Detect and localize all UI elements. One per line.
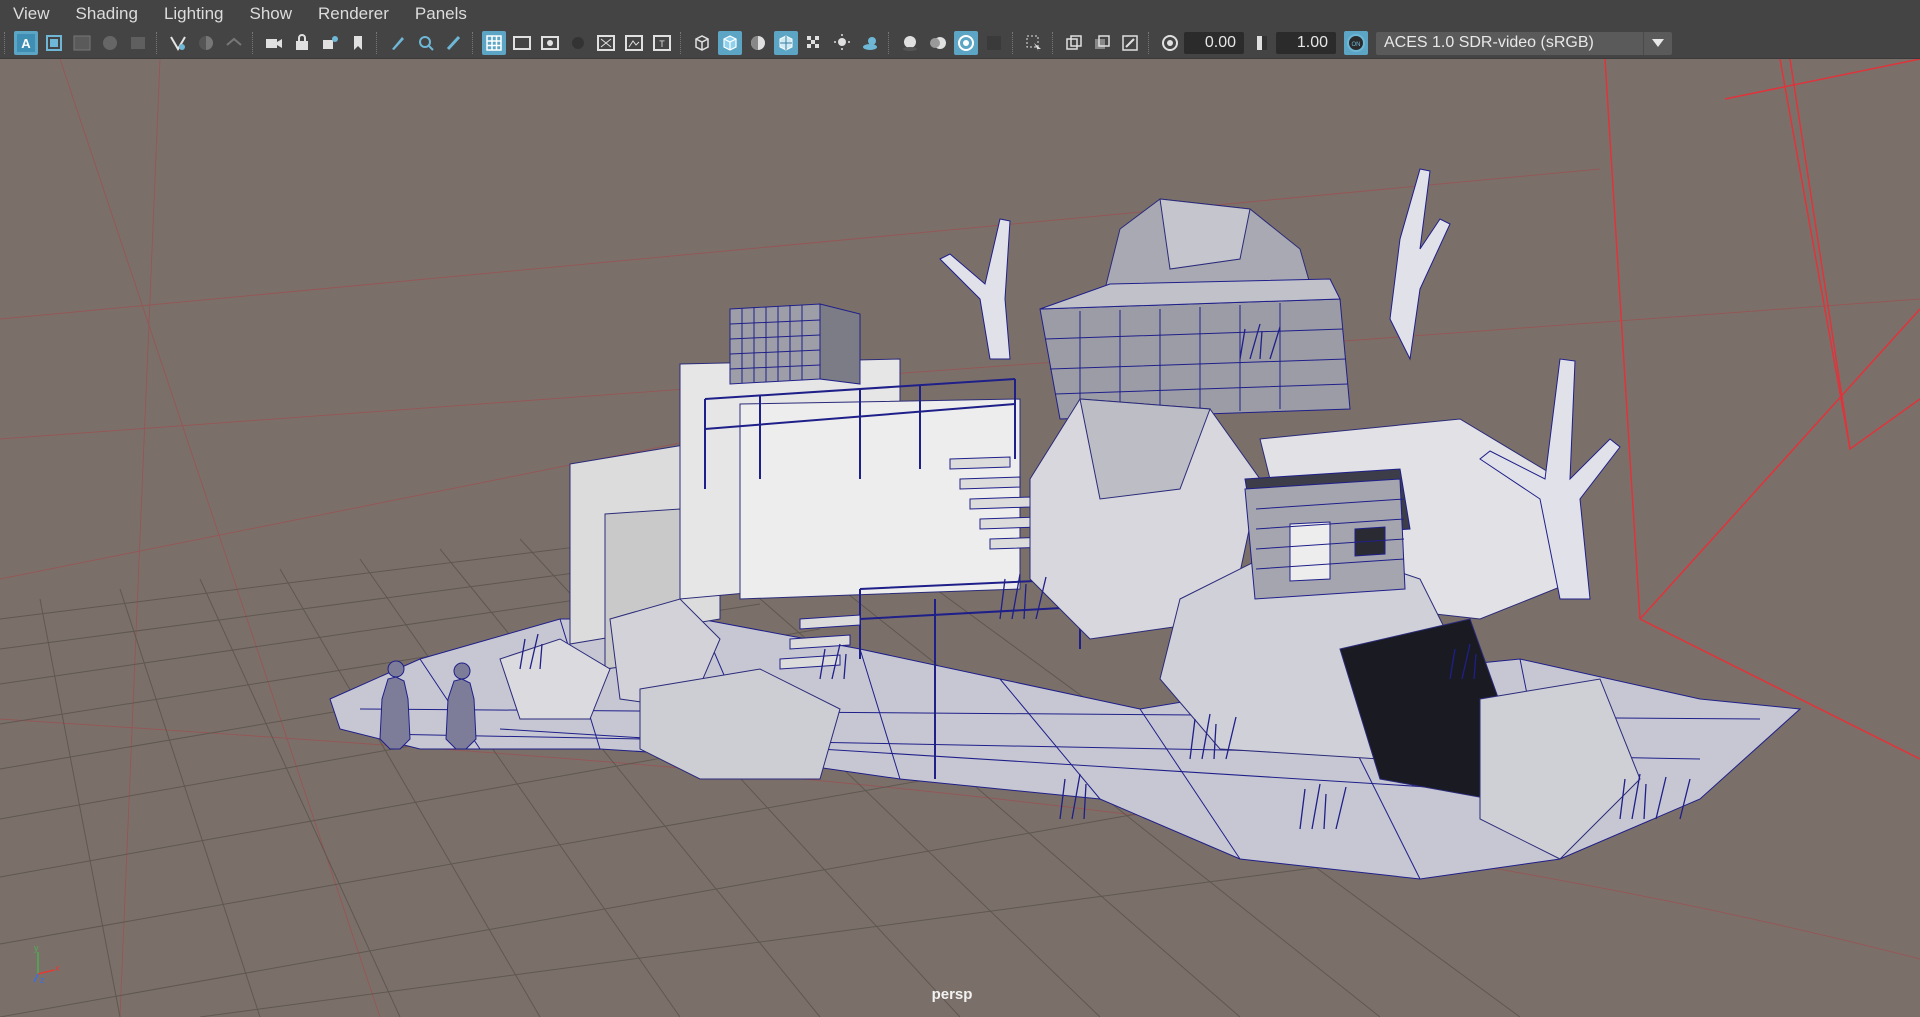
axis-gizmo: y x z: [33, 944, 60, 984]
color-management-toggle-icon[interactable]: ON: [1344, 31, 1368, 55]
brush-icon[interactable]: [442, 31, 466, 55]
gate-mask-icon[interactable]: [566, 31, 590, 55]
camera-attributes-icon[interactable]: [98, 31, 122, 55]
backface-culling-icon[interactable]: [1118, 31, 1142, 55]
bookmark-ribbon-icon[interactable]: [346, 31, 370, 55]
camera-frame-icon[interactable]: [42, 31, 66, 55]
toolbar-separator: [156, 32, 159, 54]
motion-blur-icon[interactable]: [926, 31, 950, 55]
bookmark-icon[interactable]: [126, 31, 150, 55]
panel-toolbar: A T 0.00 1.00 ON ACES 1.0 SDR-video (sRG…: [0, 28, 1920, 59]
resolution-gate-icon[interactable]: [538, 31, 562, 55]
exposure-icon[interactable]: [1158, 31, 1182, 55]
camera-lock-icon[interactable]: [70, 31, 94, 55]
svg-text:A: A: [21, 36, 31, 51]
toolbar-separator: [1012, 32, 1015, 54]
xray-active-components-icon[interactable]: [1090, 31, 1114, 55]
wireframe-on-shaded-icon[interactable]: [774, 31, 798, 55]
toolbar-separator: [4, 32, 7, 54]
half-shade-icon[interactable]: [194, 31, 218, 55]
color-management-value: ACES 1.0 SDR-video (sRGB): [1384, 34, 1594, 51]
2d-pan-zoom-icon[interactable]: [414, 31, 438, 55]
pencil-grease-icon[interactable]: [386, 31, 410, 55]
select-camera-icon[interactable]: A: [14, 31, 38, 55]
scene-render: [0, 59, 1920, 1017]
panel-menubar: View Shading Lighting Show Renderer Pane…: [0, 0, 1920, 28]
ambient-occlusion-icon[interactable]: [898, 31, 922, 55]
top-house: [1039, 278, 1351, 420]
shadows-icon[interactable]: [858, 31, 882, 55]
field-chart-icon[interactable]: [594, 31, 618, 55]
camera-grid-icon[interactable]: [222, 31, 246, 55]
anti-aliasing-icon[interactable]: [954, 31, 978, 55]
svg-text:ON: ON: [1352, 42, 1361, 48]
smooth-shade-all-icon[interactable]: [718, 31, 742, 55]
toolbar-separator: [472, 32, 475, 54]
axis-z-label: z: [40, 975, 45, 984]
film-gate-icon[interactable]: [510, 31, 534, 55]
toolbar-separator: [376, 32, 379, 54]
toolbar-separator: [252, 32, 255, 54]
depth-of-field-icon[interactable]: [982, 31, 1006, 55]
chevron-down-icon[interactable]: [1643, 31, 1672, 55]
xray-joints-icon[interactable]: [1062, 31, 1086, 55]
toolbar-separator: [1052, 32, 1055, 54]
color-management-dropdown[interactable]: ACES 1.0 SDR-video (sRGB): [1376, 31, 1672, 55]
safe-title-icon[interactable]: T: [650, 31, 674, 55]
small-hut: [1244, 468, 1411, 600]
gamma-icon[interactable]: [1250, 31, 1274, 55]
menu-shading[interactable]: Shading: [63, 0, 151, 28]
grid-icon[interactable]: [482, 31, 506, 55]
axis-y-label: y: [34, 944, 39, 953]
camera-icon[interactable]: [262, 31, 286, 55]
3d-viewport[interactable]: persp y x z: [0, 59, 1920, 1017]
toolbar-separator: [1148, 32, 1151, 54]
camera-frustum: [1604, 59, 1920, 760]
tower-box: [729, 303, 861, 385]
menu-panels[interactable]: Panels: [402, 0, 480, 28]
camera-lock-toggle-icon[interactable]: [290, 31, 314, 55]
menu-lighting[interactable]: Lighting: [151, 0, 237, 28]
wireframe-icon[interactable]: [690, 31, 714, 55]
image-plane-icon[interactable]: [166, 31, 190, 55]
use-default-material-icon[interactable]: [746, 31, 770, 55]
menu-renderer[interactable]: Renderer: [305, 0, 402, 28]
menu-view[interactable]: View: [0, 0, 63, 28]
camera-name-label: persp: [931, 986, 973, 1003]
isolate-select-icon[interactable]: [1022, 31, 1046, 55]
gamma-field[interactable]: 1.00: [1276, 32, 1336, 54]
exposure-field[interactable]: 0.00: [1184, 32, 1244, 54]
safe-action-icon[interactable]: [622, 31, 646, 55]
default-lighting-icon[interactable]: [830, 31, 854, 55]
toolbar-separator: [888, 32, 891, 54]
xray-icon[interactable]: [802, 31, 826, 55]
camera-settings-icon[interactable]: [318, 31, 342, 55]
maya-viewport-panel: View Shading Lighting Show Renderer Pane…: [0, 0, 1920, 1017]
axis-x-label: x: [55, 963, 60, 973]
svg-text:T: T: [659, 39, 665, 49]
menu-show[interactable]: Show: [237, 0, 306, 28]
toolbar-separator: [680, 32, 683, 54]
